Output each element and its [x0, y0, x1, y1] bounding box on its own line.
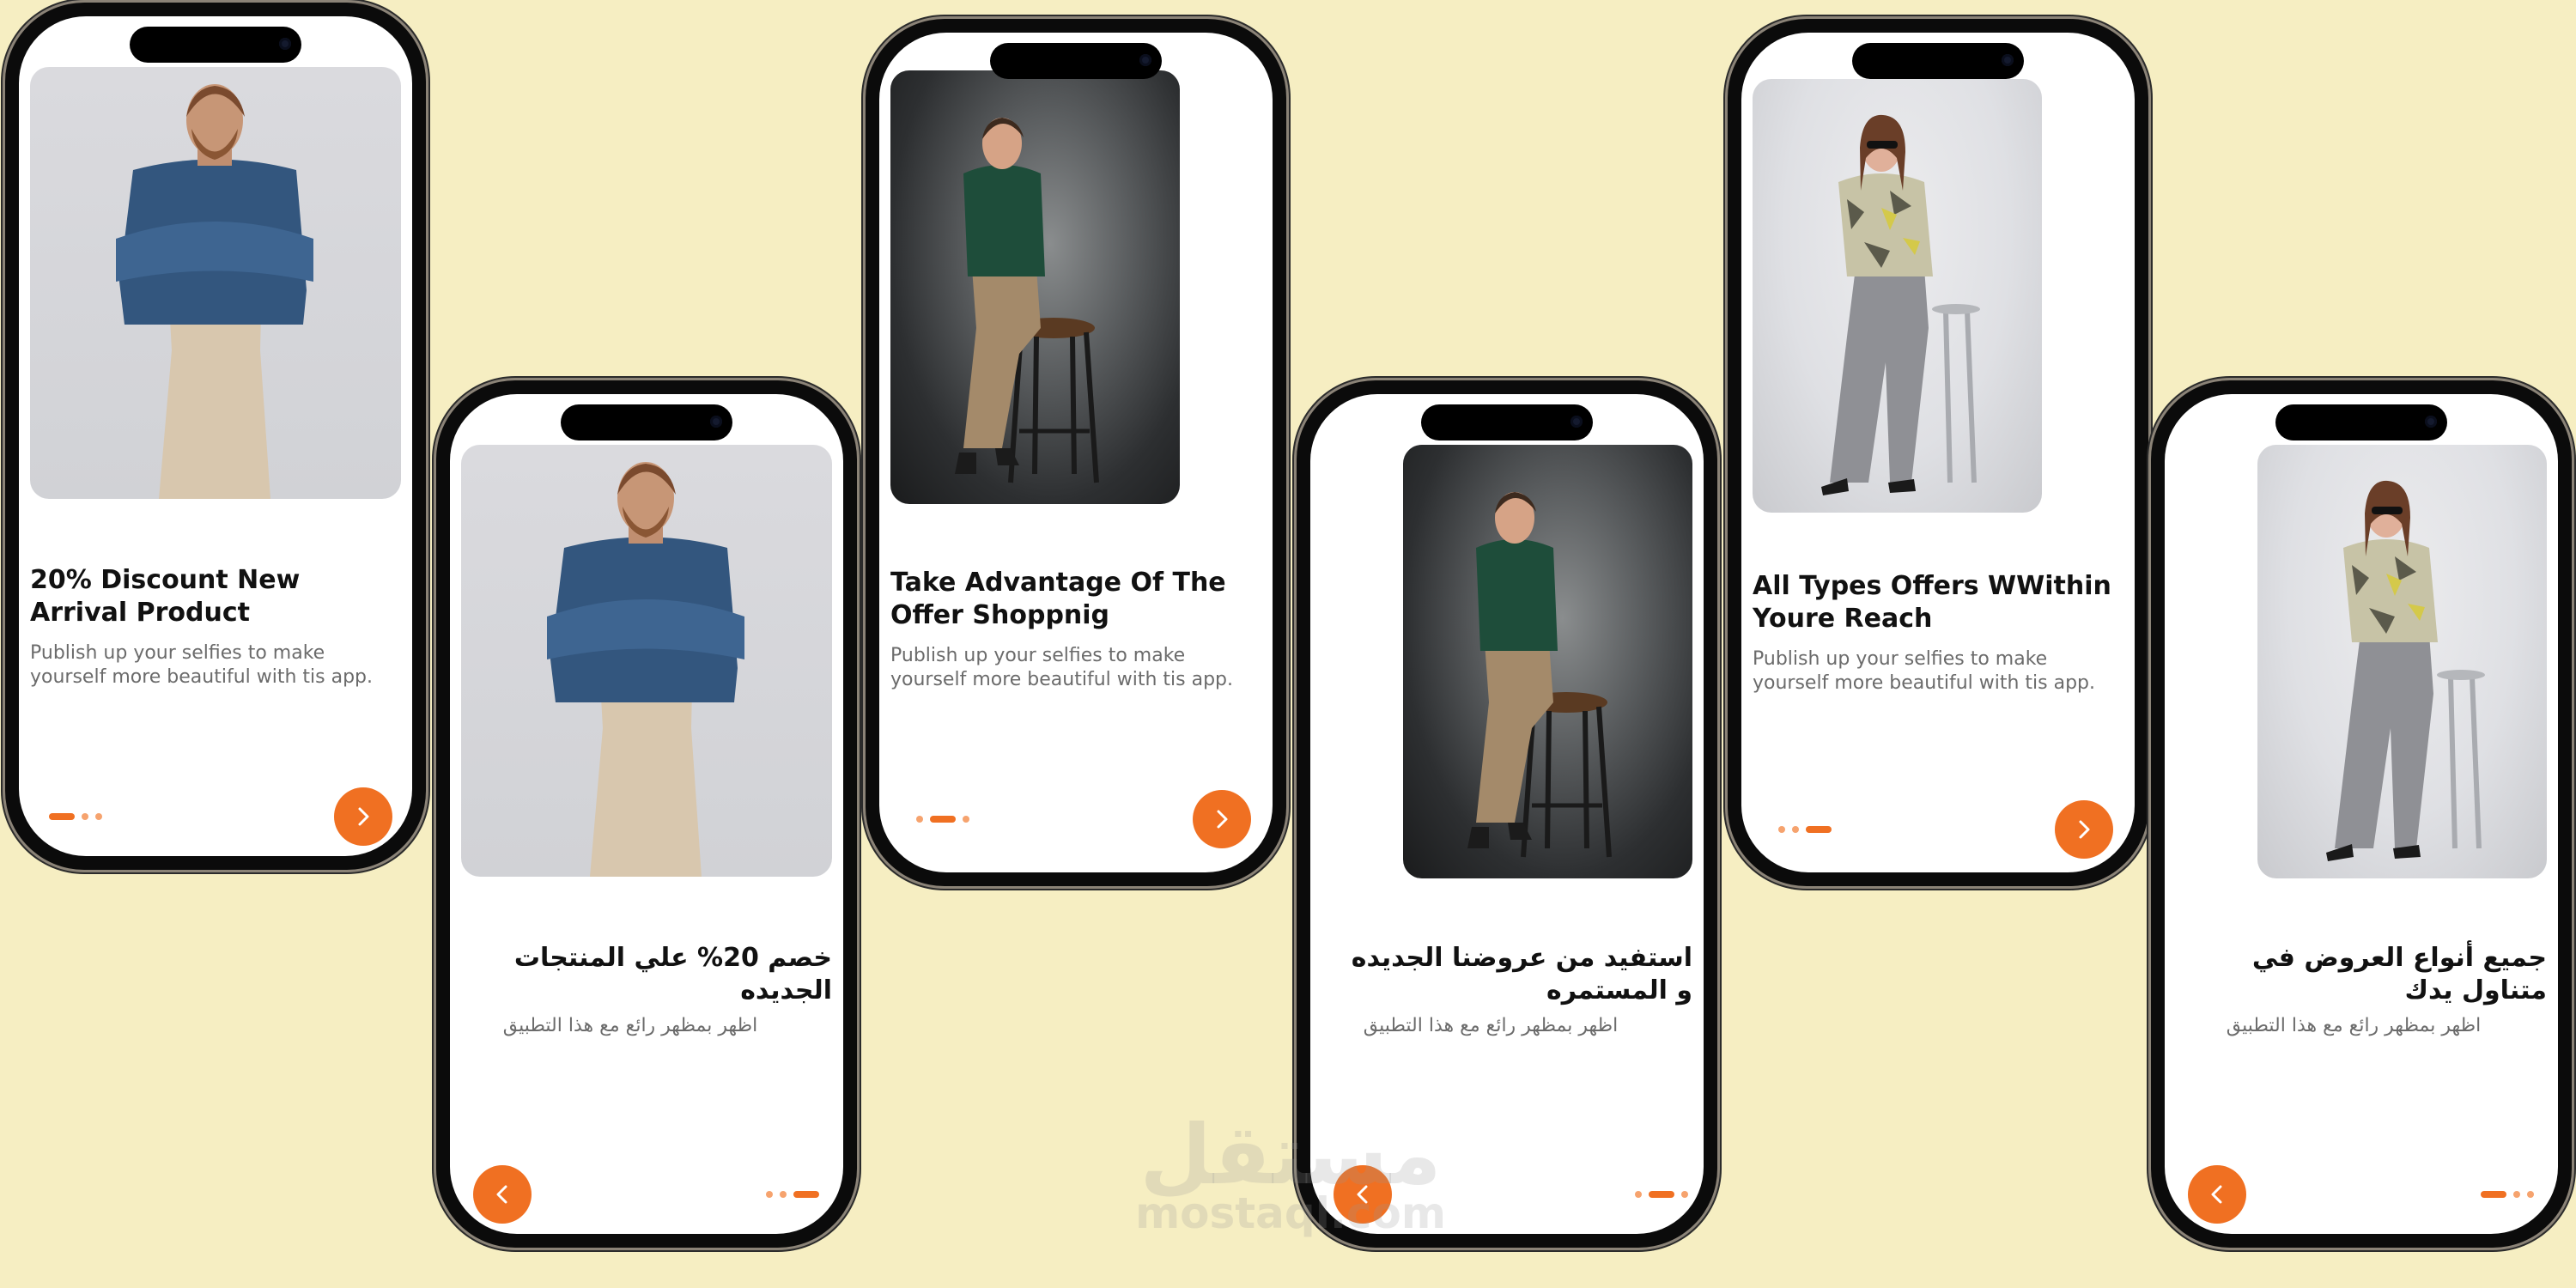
phone-mockup-4: استفيد من عروضنا الجديده و المستمره اظهر…: [1297, 380, 1717, 1248]
page-indicator: [1635, 1191, 1688, 1198]
dynamic-island: [130, 27, 301, 63]
onboarding-description: Publish up your selfies to make yourself…: [890, 645, 1234, 690]
page-dot[interactable]: [1778, 826, 1785, 833]
man-green-shirt-stool-photo: [1403, 445, 1692, 878]
page-dot-active[interactable]: [2481, 1191, 2506, 1198]
phone-mockup-2: خصم 20% علي المنتجات الجديده اظهر بمظهر …: [436, 380, 857, 1248]
page-dot-active[interactable]: [1649, 1191, 1674, 1198]
page-indicator: [49, 813, 102, 820]
page-dot[interactable]: [766, 1191, 773, 1198]
page-dot[interactable]: [916, 816, 923, 823]
onboarding-title: خصم 20% علي المنتجات الجديده: [513, 943, 832, 1005]
dynamic-island: [990, 43, 1162, 79]
phone-mockup-6: جميع أنواع العروض في متناول يدك اظهر بمظ…: [2151, 380, 2572, 1248]
onboarding-screen-4: استفيد من عروضنا الجديده و المستمره اظهر…: [1310, 394, 1704, 1234]
page-indicator: [1778, 826, 1832, 833]
page-dot[interactable]: [1635, 1191, 1642, 1198]
onboarding-screen-6: جميع أنواع العروض في متناول يدك اظهر بمظ…: [2165, 394, 2558, 1234]
onboarding-description: اظهر بمظهر رائع مع هذا التطبيق: [1363, 1015, 1619, 1036]
chevron-left-icon: [496, 1185, 507, 1204]
phone-mockup-1: 20% Discount New Arrival Product Publish…: [5, 3, 426, 870]
dynamic-island: [2275, 404, 2447, 440]
onboarding-title: 20% Discount New Arrival Product: [30, 565, 301, 628]
back-button[interactable]: [473, 1165, 532, 1224]
man-green-shirt-stool-photo: [890, 70, 1180, 504]
dynamic-island: [561, 404, 732, 440]
page-dot[interactable]: [780, 1191, 787, 1198]
page-dot[interactable]: [82, 813, 88, 820]
page-dot[interactable]: [95, 813, 102, 820]
chevron-right-icon: [358, 807, 369, 826]
chevron-right-icon: [2079, 820, 2090, 839]
page-dot[interactable]: [963, 816, 969, 823]
page-dot-active[interactable]: [49, 813, 75, 820]
onboarding-screen-3: Take Advantage Of The Offer Shoppnig Pub…: [879, 33, 1273, 872]
onboarding-screen-5: All Types Offers WWithin Youre Reach Pub…: [1741, 33, 2135, 872]
onboarding-title: All Types Offers WWithin Youre Reach: [1753, 571, 2111, 634]
page-indicator: [916, 816, 969, 823]
man-denim-shirt-photo: [461, 445, 832, 877]
page-dot-active[interactable]: [793, 1191, 819, 1198]
dynamic-island: [1852, 43, 2024, 79]
back-button[interactable]: [2188, 1165, 2246, 1224]
onboarding-description: Publish up your selfies to make yourself…: [1753, 648, 2096, 694]
onboarding-description: اظهر بمظهر رائع مع هذا التطبيق: [2226, 1015, 2482, 1036]
page-indicator: [766, 1191, 819, 1198]
onboarding-screen-2: خصم 20% علي المنتجات الجديده اظهر بمظهر …: [450, 394, 843, 1234]
chevron-right-icon: [1217, 810, 1228, 829]
woman-sunglasses-stool-photo: [1753, 79, 2042, 513]
page-dot-active[interactable]: [1806, 826, 1832, 833]
page-dot[interactable]: [2513, 1191, 2520, 1198]
man-denim-shirt-photo: [30, 67, 401, 499]
chevron-left-icon: [1357, 1185, 1368, 1204]
onboarding-description: اظهر بمظهر رائع مع هذا التطبيق: [502, 1015, 758, 1036]
onboarding-title: جميع أنواع العروض في متناول يدك: [2251, 943, 2547, 1005]
phone-mockup-3: Take Advantage Of The Offer Shoppnig Pub…: [866, 19, 1286, 886]
back-button[interactable]: [1334, 1165, 1392, 1224]
next-button[interactable]: [1193, 790, 1251, 848]
page-dot[interactable]: [1681, 1191, 1688, 1198]
page-dot[interactable]: [1792, 826, 1799, 833]
page-dot[interactable]: [2527, 1191, 2534, 1198]
woman-sunglasses-stool-photo: [2257, 445, 2547, 878]
page-indicator: [2481, 1191, 2534, 1198]
onboarding-title: Take Advantage Of The Offer Shoppnig: [890, 568, 1226, 630]
onboarding-screen-1: 20% Discount New Arrival Product Publish…: [19, 16, 412, 856]
next-button[interactable]: [334, 787, 392, 846]
phone-mockup-5: All Types Offers WWithin Youre Reach Pub…: [1728, 19, 2148, 886]
dynamic-island: [1421, 404, 1593, 440]
onboarding-title: استفيد من عروضنا الجديده و المستمره: [1351, 943, 1692, 1005]
page-dot-active[interactable]: [930, 816, 956, 823]
next-button[interactable]: [2055, 800, 2113, 859]
onboarding-description: Publish up your selfies to make yourself…: [30, 642, 374, 688]
chevron-left-icon: [2211, 1185, 2222, 1204]
